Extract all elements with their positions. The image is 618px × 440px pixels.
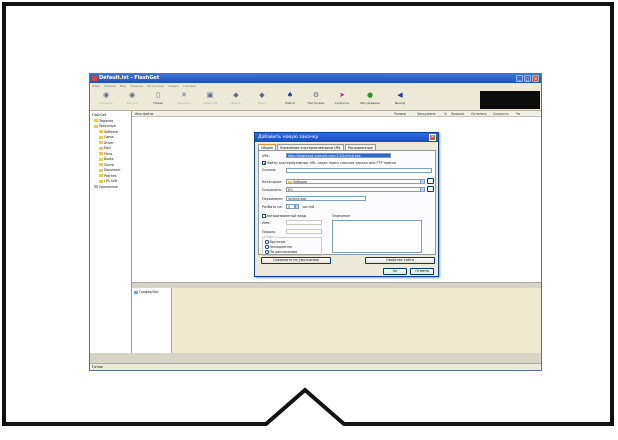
open-button[interactable]: ◉ Открыть [94, 91, 118, 109]
maximize-button[interactable]: □ [524, 75, 531, 82]
password-label: Пароль: [262, 230, 277, 234]
category-dropdown-button[interactable] [420, 179, 425, 184]
folder-icon [99, 130, 103, 133]
log-panel [172, 288, 541, 353]
start-now-radio[interactable] [265, 245, 269, 249]
start-scheduled-radio[interactable] [265, 250, 269, 254]
folder-icon [94, 124, 98, 128]
start-button[interactable]: ◉ Запуск [120, 91, 144, 109]
split-label: Разбить на: [262, 205, 283, 209]
mirror-search-checkbox[interactable] [262, 161, 266, 165]
log-item[interactable]: График/Лог [134, 290, 169, 294]
status-bar: Готов [90, 363, 541, 370]
discussion-button[interactable]: ● Обсуждение [358, 91, 382, 109]
window-title: Default.lst - FlashGet [99, 75, 160, 81]
settings-button[interactable]: ⚙ Настройки [304, 91, 328, 109]
chart-icon [134, 290, 138, 294]
new-category-button[interactable] [427, 178, 434, 184]
start-scheduled-option[interactable]: По расписанию [265, 250, 297, 254]
folder-icon [288, 180, 292, 183]
referer-label: Ссылка: [262, 168, 277, 172]
save-default-button[interactable]: Сохранить по умолчанию [261, 257, 331, 264]
tree-item-deleted[interactable]: Удаленные [92, 185, 129, 191]
category-label: Категория: [262, 180, 282, 184]
referer-input[interactable] [286, 168, 432, 173]
description-label: Описание: [332, 214, 351, 218]
flashget-app-icon [92, 76, 97, 81]
save-to-label: Сохранить: [262, 188, 283, 192]
save-to-dropdown-button[interactable] [420, 187, 425, 192]
delete-button[interactable]: ✕ Удалить [172, 91, 196, 109]
category-select[interactable]: Software [286, 179, 424, 184]
down-button[interactable]: ◆ Вниз [250, 91, 274, 109]
speed-button[interactable]: ➤ Скорость [330, 91, 354, 109]
log-panel-nav: График/Лог [132, 288, 172, 353]
new-icon: ▯ [156, 91, 160, 99]
folder-icon [94, 119, 98, 122]
url-label: URL: [262, 154, 270, 158]
category-tree: FlashGet Задания Принятые Software Game … [90, 111, 132, 353]
folder-icon [99, 168, 103, 172]
exit-icon: ◀ [397, 91, 403, 99]
folder-icon [99, 141, 103, 144]
dialog-title: Добавить новую закачку [255, 133, 438, 142]
folder-icon [99, 174, 103, 177]
folder-icon [99, 163, 103, 166]
folder-icon [99, 146, 103, 150]
split-suffix: частей [302, 205, 315, 209]
split-input[interactable]: 5 [286, 204, 295, 209]
ok-button[interactable]: Ок [383, 268, 407, 275]
properties-icon: ▣ [206, 91, 214, 99]
speed-icon: ➤ [339, 91, 345, 99]
minimize-button[interactable]: _ [516, 75, 523, 82]
login-option[interactable]: Авторизованный вход [262, 214, 306, 218]
user-label: Имя: [262, 221, 271, 225]
folder-icon [99, 157, 103, 161]
start-group-label: Старт [264, 235, 275, 239]
browse-folder-button[interactable] [427, 186, 434, 192]
login-checkbox[interactable] [262, 214, 266, 218]
start-now-option[interactable]: Немедленно [265, 245, 292, 249]
trash-icon [94, 185, 98, 188]
folder-icon [99, 179, 103, 183]
exit-button[interactable]: ◀ Выход [388, 91, 412, 109]
find-icon: ♠ [286, 91, 294, 99]
discussion-icon: ● [366, 91, 374, 99]
mirror-search-option[interactable]: Найти альтернативные URL через поиск спи… [262, 161, 396, 165]
delete-icon: ✕ [181, 91, 187, 99]
split-spinner[interactable] [295, 204, 299, 209]
site-properties-button[interactable]: Свойства сайта [365, 257, 435, 264]
start-manual-radio[interactable] [265, 240, 269, 244]
start-manual-option[interactable]: Вручную [265, 240, 285, 244]
dialog-close-button[interactable]: × [429, 134, 436, 141]
properties-button[interactable]: ▣ Свойства [198, 91, 222, 109]
down-icon: ◆ [259, 91, 265, 99]
up-button[interactable]: ◆ Вверх [224, 91, 248, 109]
close-button[interactable]: × [532, 75, 539, 82]
folder-icon [99, 135, 103, 139]
settings-icon: ⚙ [312, 91, 320, 99]
save-to-select[interactable]: D:\ [286, 187, 424, 192]
toolbar-banner [480, 91, 540, 109]
password-input[interactable] [286, 229, 322, 234]
user-input[interactable] [286, 220, 322, 225]
find-button[interactable]: ♠ Найти [278, 91, 302, 109]
add-download-dialog: Добавить новую закачку × Общее Упрвление… [254, 132, 439, 277]
open-icon: ◉ [102, 91, 110, 99]
cancel-button[interactable]: Отмена [410, 268, 434, 275]
url-input[interactable]: http://download.ulamont.com/1/1/lizhiini… [286, 153, 391, 158]
folder-icon [99, 152, 103, 155]
up-icon: ◆ [233, 91, 239, 99]
toolbar: ◉ Открыть ◉ Запуск ▯ Новая ✕ Удалить ▣ Свойст… [90, 89, 541, 111]
title-bar: Default.lst - FlashGet _ □ × [90, 74, 541, 83]
play-icon: ◉ [128, 91, 136, 99]
flashget-window: Default.lst - FlashGet _ □ × Файл Правка… [89, 73, 542, 371]
rename-input[interactable]: lizhiinit.exe [286, 196, 366, 201]
rename-label: Переименн: [262, 197, 284, 201]
general-panel: URL: http://download.ulamont.com/1/1/liz… [258, 150, 436, 256]
new-button[interactable]: ▯ Новая [146, 91, 170, 109]
description-input[interactable] [332, 220, 422, 253]
